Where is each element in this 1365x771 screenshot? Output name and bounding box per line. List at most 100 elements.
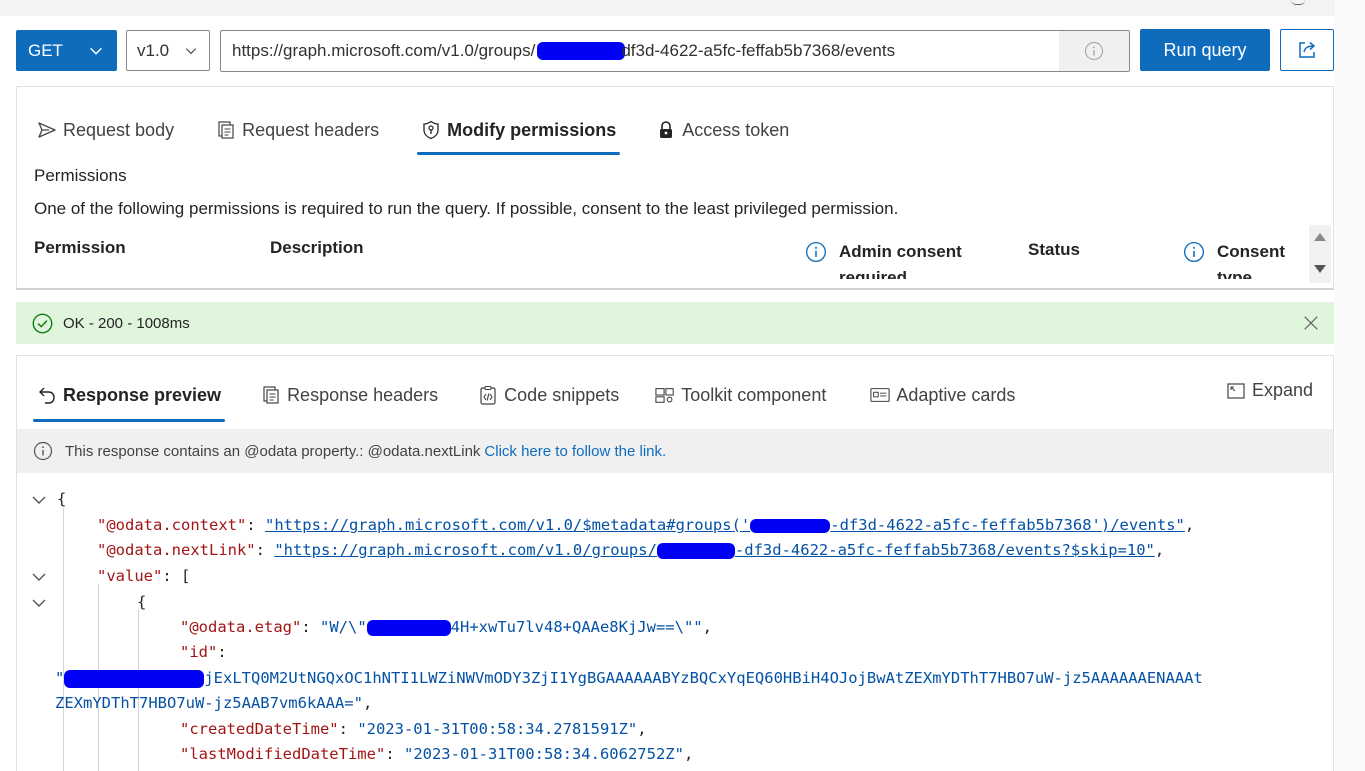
json-string: ZEXmYDThT7HBO7uW-jz5AAB7vm6kAAA=" — [55, 694, 363, 712]
json-string: jExLTQ0M2UtNGQxOC1hNTI1LWZiNWVmODY3ZjI1Y… — [204, 669, 1203, 687]
permissions-heading: Permissions — [34, 166, 127, 185]
tab-label: Response headers — [287, 384, 439, 405]
indent-guide — [63, 508, 64, 771]
json-brace: { — [57, 490, 67, 508]
expand-icon — [1227, 382, 1245, 399]
tab-label: Response preview — [63, 384, 222, 405]
info-icon[interactable] — [1183, 241, 1205, 263]
tab-response-headers[interactable]: Response headers — [261, 368, 438, 422]
json-line-created: "createdDateTime": "2023-01-31T00:58:34.… — [180, 720, 647, 738]
send-icon — [38, 122, 56, 138]
chevron-down-icon[interactable] — [31, 492, 47, 508]
json-string: "2023-01-31T00:58:34.2781591Z" — [357, 720, 638, 738]
card-icon — [870, 388, 890, 402]
chevron-down-icon — [185, 47, 197, 54]
json-key: "createdDateTime" — [180, 720, 339, 738]
json-key: "lastModifiedDateTime" — [180, 745, 386, 763]
share-button[interactable] — [1280, 29, 1334, 71]
code-clipboard-icon — [480, 385, 496, 405]
tab-code-snippets[interactable]: Code snippets — [478, 368, 619, 422]
column-header-permission[interactable]: Permission — [34, 238, 126, 258]
json-link-context[interactable]: "https://graph.microsoft.com/v1.0/$metad… — [265, 516, 1185, 534]
tab-label: Code snippets — [504, 384, 620, 405]
undo-arrow-icon — [39, 387, 55, 404]
run-query-button[interactable]: Run query — [1140, 29, 1270, 71]
json-link-part: "https://graph.microsoft.com/v1.0/$metad… — [264, 516, 751, 534]
info-icon — [33, 441, 53, 461]
json-key: "id" — [180, 643, 218, 661]
active-tab-indicator — [417, 152, 621, 155]
tab-access-token[interactable]: Access token — [656, 105, 789, 155]
expand-label: Expand — [1251, 380, 1313, 400]
json-line-etag: "@odata.etag": "W/\" 4H+xwTu7lv48+QAAe8Kj… — [180, 618, 712, 636]
permissions-scrollbar[interactable] — [1309, 225, 1331, 283]
api-version-dropdown[interactable]: v1.0 — [126, 30, 210, 71]
request-panel: Request body Request headers Modify perm… — [16, 86, 1334, 290]
info-icon[interactable] — [805, 241, 827, 263]
corner-mark — [1291, 0, 1305, 5]
tab-modify-permissions[interactable]: Modify permissions — [417, 105, 621, 155]
response-tab-list: Response preview Response headers Code s… — [33, 368, 1015, 422]
right-gutter — [1335, 0, 1365, 771]
active-tab-indicator — [33, 419, 226, 422]
request-tab-list: Request body Request headers Modify perm… — [37, 105, 789, 155]
tab-response-preview[interactable]: Response preview — [33, 368, 226, 422]
http-method-label: GET — [28, 40, 63, 60]
scroll-up-arrow[interactable] — [1314, 233, 1326, 241]
share-icon — [1299, 41, 1316, 58]
tab-label: Access token — [682, 119, 790, 140]
redaction-mark — [64, 669, 205, 688]
json-bracket: [ — [181, 567, 191, 585]
query-url-input[interactable]: https://graph.microsoft.com/v1.0/groups/… — [220, 30, 1130, 72]
chevron-down-icon[interactable] — [31, 569, 47, 585]
json-key: "@odata.nextLink" — [97, 541, 256, 559]
shield-key-icon — [423, 120, 439, 140]
scroll-down-arrow[interactable] — [1314, 265, 1326, 273]
json-line-modified: "lastModifiedDateTime": "2023-01-31T00:5… — [180, 745, 694, 763]
json-string: " — [55, 669, 65, 687]
response-panel: Response preview Response headers Code s… — [16, 355, 1334, 771]
url-prefix: https://graph.microsoft.com/v1.0/groups/ — [232, 41, 536, 60]
tab-adaptive-cards[interactable]: Adaptive cards — [870, 368, 1015, 422]
column-header-status[interactable]: Status — [1028, 240, 1080, 260]
json-key: "@odata.context" — [97, 516, 247, 534]
tab-request-headers[interactable]: Request headers — [216, 105, 379, 155]
document-icon — [263, 386, 279, 404]
chevron-down-icon — [90, 47, 102, 55]
json-line-odata-context: "@odata.context": "https://graph.microso… — [97, 516, 1195, 534]
http-method-dropdown[interactable]: GET — [16, 30, 117, 71]
tab-label: Request headers — [242, 119, 380, 140]
tab-request-body[interactable]: Request body — [37, 105, 174, 155]
url-info-button[interactable] — [1059, 31, 1129, 71]
document-icon — [218, 121, 234, 139]
column-header-consent-type[interactable]: Consent type — [1217, 239, 1307, 279]
odata-notice-bar: This response contains an @odata propert… — [17, 429, 1333, 473]
json-link-nextlink[interactable]: "https://graph.microsoft.com/v1.0/groups… — [274, 541, 1155, 559]
permissions-description: One of the following permissions is requ… — [34, 199, 899, 218]
redaction-mark — [537, 42, 626, 60]
status-bar: OK - 200 - 1008ms — [16, 302, 1334, 344]
redaction-mark — [366, 619, 451, 636]
json-link-part: -df3d-4622-a5fc-feffab5b7368')/events" — [830, 516, 1185, 534]
json-line-id-value-cont: ZEXmYDThT7HBO7uW-jz5AAB7vm6kAAA=", — [55, 694, 373, 712]
tab-label: Adaptive cards — [896, 384, 1016, 405]
column-header-admin-consent[interactable]: Admin consent required — [839, 239, 979, 279]
chevron-down-icon[interactable] — [31, 595, 47, 611]
api-version-label: v1.0 — [137, 40, 170, 60]
close-icon[interactable] — [1302, 314, 1320, 332]
tab-label: Toolkit component — [681, 384, 827, 405]
tab-label: Request body — [63, 119, 175, 140]
expand-button[interactable]: Expand — [1226, 380, 1313, 401]
top-strip — [0, 0, 1335, 16]
follow-next-link[interactable]: Click here to follow the link. — [484, 443, 666, 460]
json-key: "value" — [97, 567, 163, 585]
redaction-mark — [750, 518, 831, 533]
column-header-description[interactable]: Description — [270, 238, 364, 258]
json-line-id-value: " jExLTQ0M2UtNGQxOC1hNTI1LWZiNWVmODY3ZjI1… — [55, 666, 1203, 691]
json-string: "2023-01-31T00:58:34.6062752Z" — [403, 745, 684, 763]
tab-toolkit-component[interactable]: Toolkit component — [655, 368, 826, 422]
json-line-id-key: "id": — [180, 643, 227, 661]
json-link-part: "https://graph.microsoft.com/v1.0/groups… — [274, 541, 657, 559]
redaction-mark — [656, 542, 735, 559]
json-string: "W/\" — [320, 618, 367, 636]
